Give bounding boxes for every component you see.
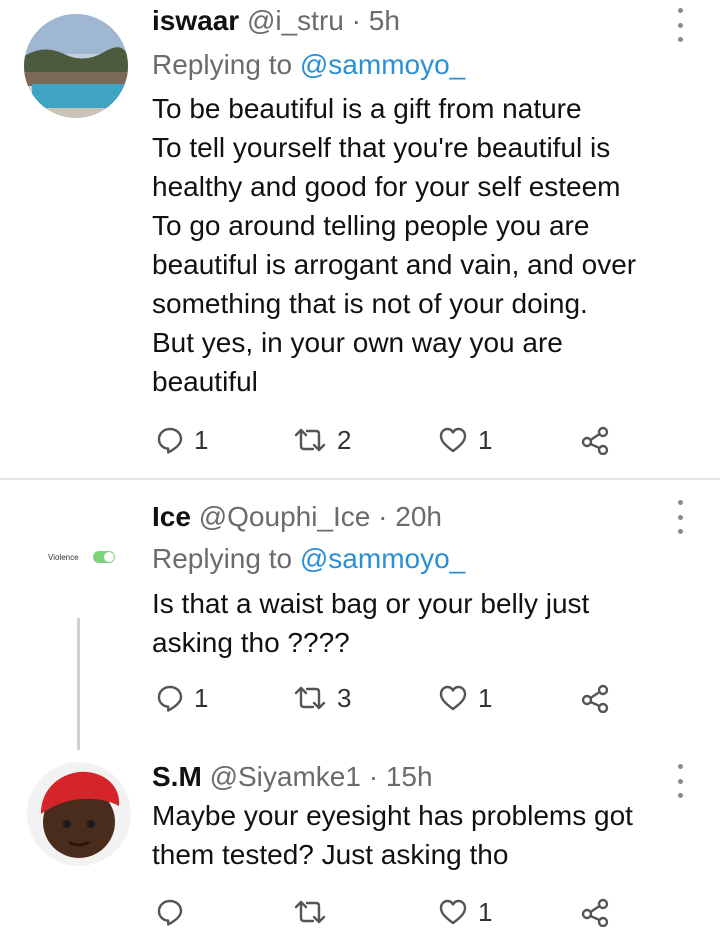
display-name[interactable]: Ice [152,501,191,532]
content-toggle[interactable] [92,551,115,563]
tweet-actions: 1 3 1 [152,678,672,718]
reply-button[interactable]: 1 [156,420,208,460]
tweet-line: asking tho ???? [152,627,350,658]
tweet-line: them tested? Just asking tho [152,839,509,870]
replying-to: Replying to @sammoyo_ [152,542,465,576]
more-vertical-icon[interactable] [670,500,690,534]
tweet-line: healthy and good for your self esteem [152,171,621,202]
replying-to-handle[interactable]: @sammoyo_ [300,543,465,574]
share-icon [581,684,609,713]
share-icon [581,426,609,455]
share-icon [581,898,609,927]
tweet-line: To tell yourself that you're beautiful i… [152,132,611,163]
retweet-icon [294,428,326,452]
retweet-button[interactable] [293,892,337,932]
heart-icon [439,685,467,711]
retweet-count: 2 [337,424,352,455]
display-name[interactable]: S.M [152,761,202,792]
tweet-iswaar[interactable]: iswaar @i_stru · 5h Replying to @sammoyo… [0,0,720,478]
tweet-header: Ice @Qouphi_Ice · 20h [152,500,442,534]
tweet-sm[interactable]: S.M @Siyamke1 · 15h Maybe your eyesight … [0,750,720,927]
share-button[interactable] [580,420,610,460]
replying-to-handle[interactable]: @sammoyo_ [300,49,465,80]
tweet-line: beautiful is arrogant and vain, and over [152,249,637,280]
tweet-line: something that is not of your doing. [152,288,588,319]
avatar-pool-image [24,14,128,118]
avatar[interactable] [27,762,131,866]
timestamp: · 5h [351,5,400,36]
replying-to-label: Replying to [152,543,293,574]
tweet-text: To be beautiful is a gift from nature To… [152,89,692,401]
tweet-line: beautiful [152,366,258,397]
tweet-line: Maybe your eyesight has problems got [152,800,633,831]
reply-button[interactable]: 1 [156,678,208,718]
avatar-person-image [27,762,131,866]
replying-to: Replying to @sammoyo_ [152,48,465,82]
tweet-line: But yes, in your own way you are [152,327,563,358]
reply-count: 1 [194,424,209,455]
tweet-text: Is that a waist bag or your belly just a… [152,584,692,662]
tweet-header: iswaar @i_stru · 5h [152,4,400,38]
heart-icon [439,427,467,453]
sensitive-avatar-placeholder[interactable]: Violence [48,551,115,563]
reply-icon [157,899,183,926]
retweet-icon [294,686,326,710]
share-button[interactable] [580,678,610,718]
like-button[interactable]: 1 [438,678,492,718]
more-vertical-icon[interactable] [670,8,690,42]
retweet-count: 3 [337,682,352,713]
replying-to-label: Replying to [152,49,293,80]
user-handle[interactable]: @Qouphi_Ice [199,501,371,532]
tweet-header: S.M @Siyamke1 · 15h [152,760,433,794]
reply-icon [157,427,183,454]
heart-icon [439,899,467,925]
like-count: 1 [478,682,493,713]
share-button[interactable] [580,892,610,932]
tweet-ice[interactable]: Ice @Qouphi_Ice · 20h Replying to @sammo… [0,480,720,748]
thread-connector [77,618,80,750]
tweet-line: To be beautiful is a gift from nature [152,93,582,124]
retweet-button[interactable]: 2 [293,420,351,460]
tweet-line: To go around telling people you are [152,210,590,241]
like-count: 1 [478,424,493,455]
like-button[interactable]: 1 [438,892,492,932]
like-button[interactable]: 1 [438,420,492,460]
avatar[interactable] [24,14,128,118]
tweet-line: Is that a waist bag or your belly just [152,588,590,619]
reply-count: 1 [194,682,209,713]
tweet-actions: 1 [152,892,672,932]
retweet-icon [294,900,326,924]
user-handle[interactable]: @Siyamke1 [210,761,361,792]
more-vertical-icon[interactable] [670,764,690,798]
reply-button[interactable] [156,892,194,932]
tweet-actions: 1 2 1 [152,420,672,460]
user-handle[interactable]: @i_stru [247,5,344,36]
tweet-text: Maybe your eyesight has problems got the… [152,796,692,874]
retweet-button[interactable]: 3 [293,678,351,718]
reply-icon [157,685,183,712]
like-count: 1 [478,896,493,927]
violence-label: Violence [48,552,79,562]
display-name[interactable]: iswaar [152,5,239,36]
timestamp: · 15h [368,761,433,792]
timestamp: · 20h [378,501,442,532]
